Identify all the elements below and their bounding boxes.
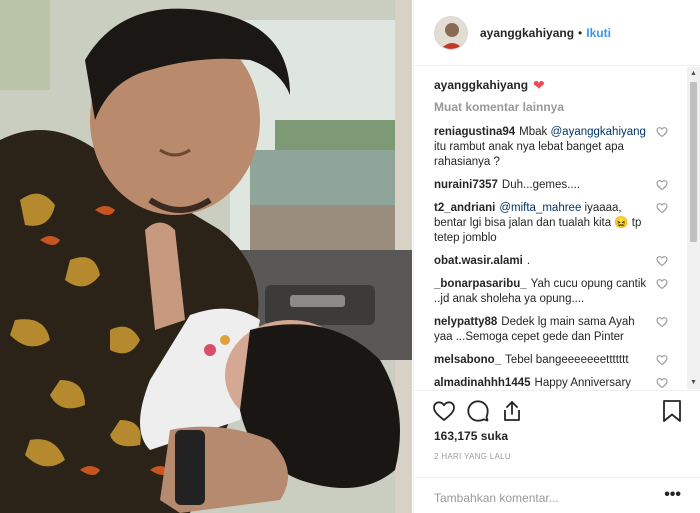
caption: ayanggkahiyang ❤	[434, 76, 688, 94]
comment-username[interactable]: t2_andriani	[434, 202, 495, 214]
comment-item: nuraini7357 Duh...gemes....	[434, 178, 688, 193]
header-username[interactable]: ayanggkahiyang	[480, 26, 574, 40]
post-actions: 163,175 suka 2 HARI YANG LALU •••	[414, 390, 700, 510]
small-heart-icon[interactable]	[656, 179, 668, 191]
comment-mention[interactable]: @ayanggkahiyang	[551, 126, 646, 138]
caption-username[interactable]: ayanggkahiyang	[434, 78, 528, 92]
post-side-panel: ayanggkahiyang • Ikuti ayanggkahiyang ❤ …	[413, 0, 700, 513]
action-icons	[432, 399, 534, 423]
comment-text: Duh...gemes....	[501, 179, 580, 191]
heart-outline-icon[interactable]	[432, 399, 456, 423]
comment-username[interactable]: melsabono_	[434, 354, 501, 366]
comment-item: obat.wasir.alami.	[434, 254, 688, 269]
comment-username[interactable]: nuraini7357	[434, 179, 498, 191]
comment-username[interactable]: _bonarpasaribu_	[434, 278, 527, 290]
small-heart-icon[interactable]	[656, 255, 668, 267]
comment-mention[interactable]: @mifta_mahree	[499, 202, 581, 214]
comment-input[interactable]	[434, 491, 654, 505]
load-more-comments-button[interactable]: Muat komentar lainnya	[434, 100, 688, 116]
comment-text: Tebel bangeeeeeeettttttt	[505, 354, 629, 366]
post-photo[interactable]	[0, 0, 412, 513]
likes-count[interactable]: 163,175 suka	[434, 429, 508, 443]
more-options-icon[interactable]: •••	[664, 487, 681, 503]
avatar-image	[435, 16, 467, 49]
small-heart-icon[interactable]	[656, 278, 668, 290]
comment-username[interactable]: nelypatty88	[434, 316, 497, 328]
comment-item: t2_andriani @mifta_mahree iyaaaa, bentar …	[434, 201, 688, 246]
scroll-up-arrow-icon[interactable]: ▲	[687, 67, 700, 80]
comment-username[interactable]: reniagustina94	[434, 126, 515, 138]
comment-item: almadinahhh1445Happy Anniversary mbk @ay…	[434, 376, 688, 389]
comment-username[interactable]: obat.wasir.alami	[434, 255, 523, 267]
small-heart-icon[interactable]	[656, 316, 668, 328]
red-heart-emoji: ❤	[533, 77, 545, 93]
comment-items: reniagustina94 Mbak @ayanggkahiyang itu r…	[434, 125, 688, 389]
add-comment-bar: •••	[414, 477, 700, 505]
small-heart-icon[interactable]	[656, 377, 668, 389]
small-heart-icon[interactable]	[656, 126, 668, 138]
scrollbar-thumb[interactable]	[690, 82, 697, 242]
small-heart-icon[interactable]	[656, 202, 668, 214]
speech-bubble-icon[interactable]	[466, 399, 490, 423]
follow-button[interactable]: Ikuti	[586, 26, 611, 40]
comments-list[interactable]: ayanggkahiyang ❤ Muat komentar lainnya r…	[414, 67, 688, 389]
small-heart-icon[interactable]	[656, 354, 668, 366]
post-photo-illustration	[0, 0, 412, 513]
comment-item: _bonarpasaribu_ Yah cucu opung cantik ..j…	[434, 277, 688, 307]
header-separator: •	[578, 25, 583, 40]
scroll-down-arrow-icon[interactable]: ▼	[687, 376, 700, 389]
share-upload-icon[interactable]	[500, 399, 524, 423]
comment-item: melsabono_ Tebel bangeeeeeeettttttt	[434, 353, 688, 368]
bookmark-icon[interactable]	[661, 399, 683, 423]
comment-text: .	[526, 255, 531, 267]
comment-text: itu rambut anak nya lebat banget apa rah…	[434, 141, 624, 168]
comment-item: reniagustina94 Mbak @ayanggkahiyang itu r…	[434, 125, 688, 170]
post-header: ayanggkahiyang • Ikuti	[414, 0, 700, 66]
post-timestamp: 2 HARI YANG LALU	[434, 452, 511, 461]
avatar[interactable]	[434, 15, 468, 50]
comments-scrollbar[interactable]: ▲ ▼	[687, 67, 700, 389]
comment-item: nelypatty88 Dedek lg main sama Ayah yaa .…	[434, 315, 688, 345]
comment-username[interactable]: almadinahhh1445	[434, 377, 531, 389]
comment-text: Mbak	[519, 126, 551, 138]
